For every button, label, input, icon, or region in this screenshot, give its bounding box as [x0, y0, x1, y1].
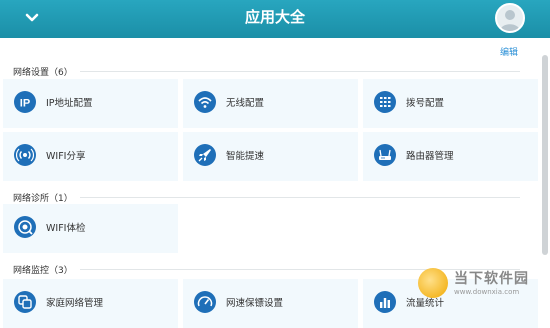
- speed-gauge-icon: [194, 291, 216, 313]
- home-network-icon: [14, 291, 36, 313]
- tile-ip-config[interactable]: IP IP地址配置: [3, 79, 178, 128]
- watermark: 当下软件园 www.downxia.com: [418, 262, 550, 311]
- traffic-stats-icon: [374, 291, 396, 313]
- page-title: 应用大全: [244, 8, 305, 26]
- tile-label: WIFI分享: [46, 151, 86, 162]
- edit-button[interactable]: 编辑: [500, 45, 518, 58]
- tile-label: 家庭网络管理: [46, 298, 104, 309]
- tile-router-management[interactable]: 路由器管理: [363, 132, 538, 181]
- app-header: 应用大全: [0, 0, 550, 38]
- section-title-network-monitoring: 网络监控（3）: [13, 266, 73, 276]
- tile-label: 无线配置: [226, 98, 265, 109]
- router-icon: [374, 144, 396, 166]
- ip-icon: IP: [14, 91, 36, 113]
- tile-dial-config[interactable]: 拨号配置: [363, 79, 538, 128]
- tile-label: 网速保镖设置: [226, 298, 284, 309]
- watermark-text: 当下软件园: [454, 271, 529, 287]
- tile-speed-guard[interactable]: 网速保镖设置: [183, 279, 358, 328]
- tile-label: IP地址配置: [46, 98, 93, 109]
- tile-label: WIFI体检: [46, 223, 86, 234]
- tile-label: 路由器管理: [406, 151, 454, 162]
- section-title-network-settings: 网络设置（6）: [13, 68, 73, 78]
- section-divider: [80, 197, 520, 198]
- wifi-icon: [194, 91, 216, 113]
- rocket-icon: [194, 144, 216, 166]
- avatar[interactable]: [495, 3, 525, 33]
- tile-label: 智能提速: [226, 151, 265, 162]
- tile-smart-speedup[interactable]: 智能提速: [183, 132, 358, 181]
- section-divider: [80, 71, 520, 72]
- section-title-network-clinic: 网络诊所（1）: [13, 194, 73, 204]
- scrollbar[interactable]: [542, 55, 548, 255]
- svg-text:IP: IP: [20, 98, 30, 110]
- tile-wireless-config[interactable]: 无线配置: [183, 79, 358, 128]
- dial-icon: [374, 91, 396, 113]
- tile-home-network[interactable]: 家庭网络管理: [3, 279, 178, 328]
- watermark-url: www.downxia.com: [454, 288, 520, 296]
- tile-wifi-share[interactable]: WIFI分享: [3, 132, 178, 181]
- tile-label: 拨号配置: [406, 98, 445, 109]
- tile-wifi-checkup[interactable]: WIFI体检: [3, 204, 178, 253]
- checkup-icon: [14, 216, 36, 238]
- share-icon: [14, 144, 36, 166]
- watermark-logo-icon: [418, 268, 448, 298]
